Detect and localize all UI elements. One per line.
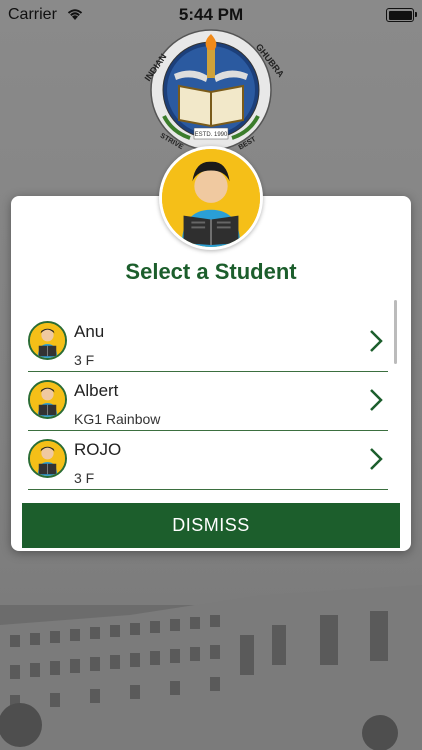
chevron-right-icon — [370, 448, 383, 470]
student-list[interactable]: Anu 3 F Albert KG1 Rainbow ROJO 3 F — [28, 313, 388, 491]
student-class: 3 F — [74, 470, 95, 486]
student-avatar-icon — [159, 146, 263, 250]
student-avatar-icon — [28, 380, 67, 419]
student-list-item[interactable]: Anu 3 F — [28, 313, 388, 372]
logo-established: ESTD. 1990 — [195, 132, 228, 138]
student-list-item[interactable]: Albert KG1 Rainbow — [28, 372, 388, 431]
status-time: 5:44 PM — [178, 5, 244, 24]
battery-icon — [386, 8, 417, 22]
student-class: 3 F — [74, 352, 95, 368]
dialog-title: Select a Student — [125, 259, 297, 284]
chevron-right-icon — [370, 330, 383, 352]
student-class: KG1 Rainbow — [74, 411, 161, 427]
student-avatar-icon — [28, 321, 67, 360]
school-logo: ESTD. 1990 INDIAN GHUBRA STRIVE BEST — [143, 29, 286, 151]
student-name: Albert — [74, 381, 119, 400]
student-avatar-icon — [28, 439, 67, 478]
chevron-right-icon — [370, 389, 383, 411]
list-scrollbar[interactable] — [394, 300, 397, 364]
student-name: Anu — [74, 322, 105, 341]
school-building-image — [0, 585, 422, 750]
student-name: ROJO — [74, 440, 122, 459]
student-list-item[interactable]: ROJO 3 F — [28, 431, 388, 490]
status-bar: Carrier 5:44 PM — [0, 0, 422, 30]
dismiss-button[interactable]: DISMISS — [22, 503, 400, 548]
